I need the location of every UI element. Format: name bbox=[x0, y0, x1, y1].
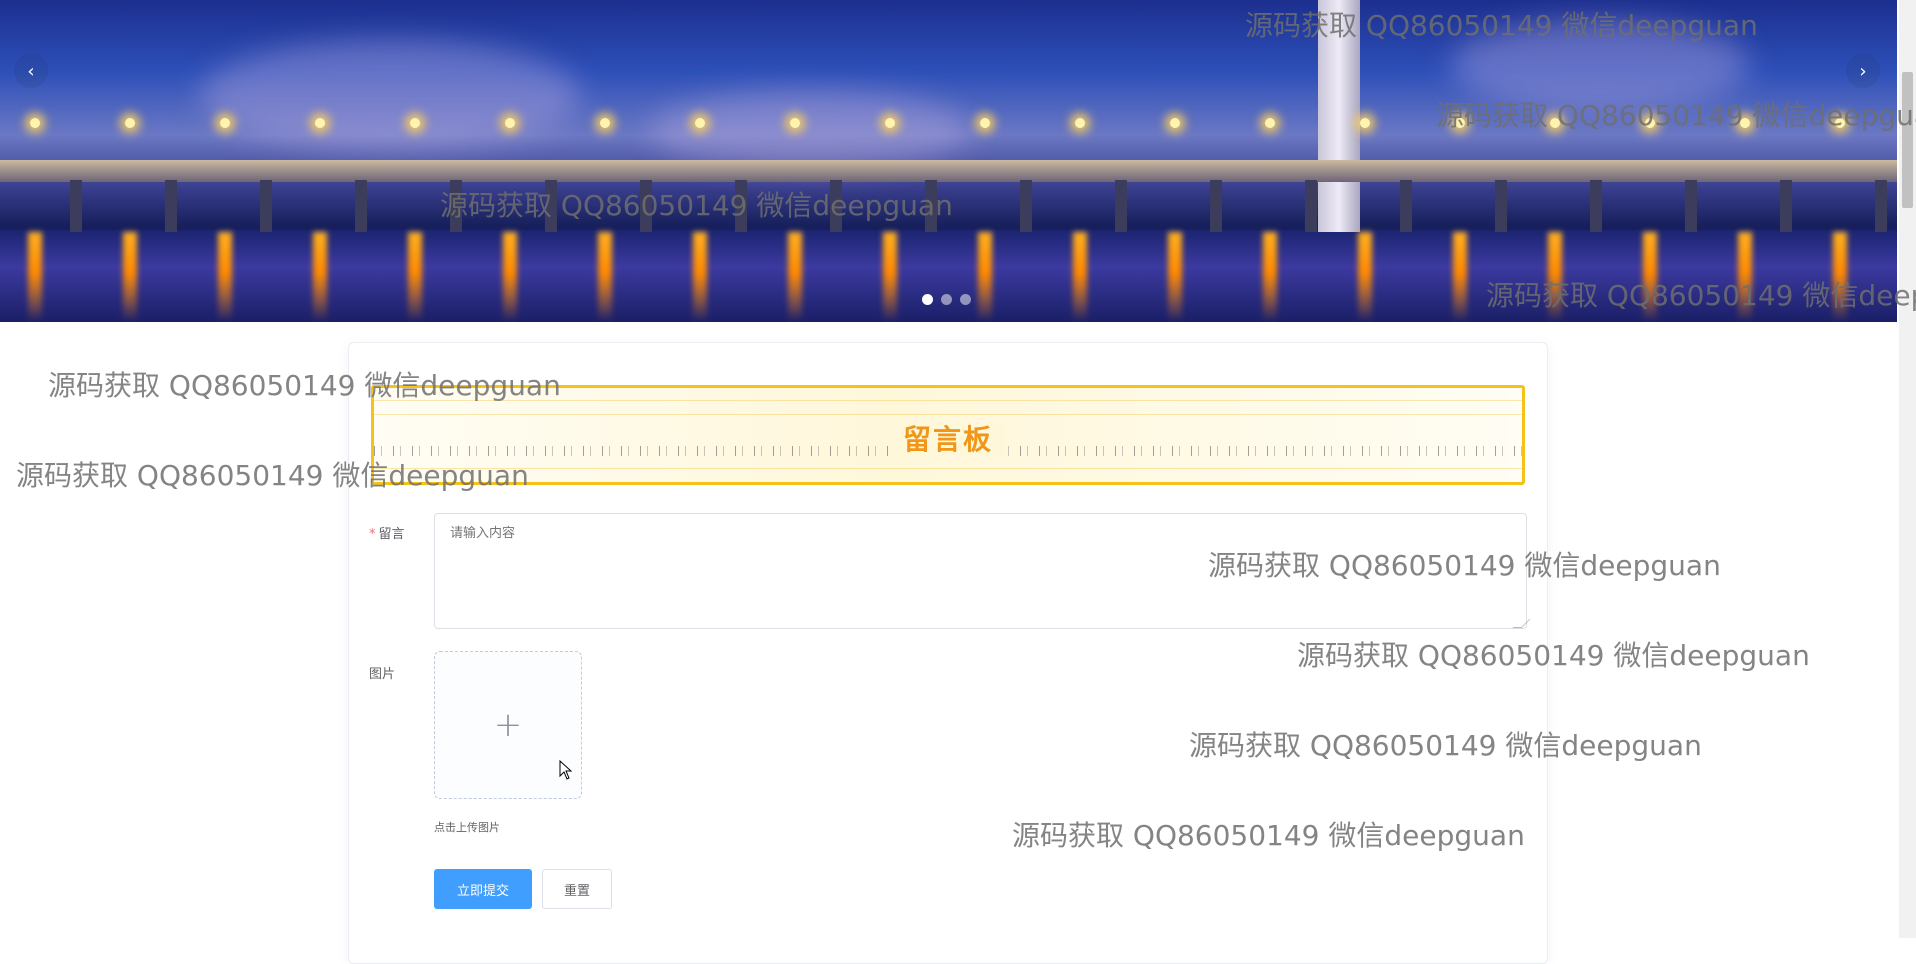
light-reflection-decor bbox=[788, 232, 802, 322]
bridge-pier-decor bbox=[1875, 180, 1887, 232]
street-lamp-decor bbox=[315, 118, 325, 128]
light-reflection-decor bbox=[408, 232, 422, 322]
chevron-left-icon: ‹ bbox=[27, 60, 35, 82]
carousel-next-button[interactable]: › bbox=[1846, 54, 1880, 88]
bridge-pier-decor bbox=[1305, 180, 1317, 232]
light-reflection-decor bbox=[1643, 232, 1657, 322]
mouse-cursor-icon bbox=[559, 760, 573, 780]
street-lamp-decor bbox=[125, 118, 135, 128]
bridge-pier-decor bbox=[1210, 180, 1222, 232]
bridge-pier-decor bbox=[640, 180, 652, 232]
light-reflection-decor bbox=[1833, 232, 1847, 322]
carousel-dot-2[interactable] bbox=[941, 294, 952, 305]
bridge-pier-decor bbox=[925, 180, 937, 232]
street-lamp-decor bbox=[1645, 118, 1655, 128]
reset-button[interactable]: 重置 bbox=[542, 869, 612, 909]
cloud-decor bbox=[1450, 20, 1750, 110]
carousel-indicators bbox=[922, 294, 971, 305]
light-reflection-decor bbox=[1548, 232, 1562, 322]
light-reflection-decor bbox=[503, 232, 517, 322]
bridge-pier-decor bbox=[545, 180, 557, 232]
light-reflection-decor bbox=[978, 232, 992, 322]
bridge-tower-decor bbox=[1318, 0, 1360, 232]
banner-line-decor bbox=[374, 414, 1522, 415]
water-decor bbox=[0, 230, 1897, 322]
carousel: ‹ › bbox=[0, 0, 1897, 322]
street-lamp-decor bbox=[220, 118, 230, 128]
bridge-pier-decor bbox=[1590, 180, 1602, 232]
street-lamp-decor bbox=[1265, 118, 1275, 128]
bridge-pier-decor bbox=[830, 180, 842, 232]
street-lamp-decor bbox=[1170, 118, 1180, 128]
bridge-pier-decor bbox=[1020, 180, 1032, 232]
bridge-pier-decor bbox=[70, 180, 82, 232]
submit-button[interactable]: 立即提交 bbox=[434, 869, 532, 909]
scrollbar-thumb[interactable] bbox=[1902, 72, 1913, 208]
page-scrollbar[interactable] bbox=[1899, 0, 1916, 938]
street-lamp-decor bbox=[1835, 118, 1845, 128]
bridge-pier-decor bbox=[260, 180, 272, 232]
bridge-pier-decor bbox=[355, 180, 367, 232]
cloud-decor bbox=[200, 40, 580, 150]
page-title: 留言板 bbox=[374, 418, 1522, 458]
street-lamp-decor bbox=[1075, 118, 1085, 128]
plus-icon: + bbox=[493, 705, 523, 745]
message-label-text: 留言 bbox=[378, 527, 405, 542]
light-reflection-decor bbox=[218, 232, 232, 322]
light-reflection-decor bbox=[598, 232, 612, 322]
chevron-right-icon: › bbox=[1859, 60, 1867, 82]
light-reflection-decor bbox=[313, 232, 327, 322]
bridge-pier-decor bbox=[1400, 180, 1412, 232]
light-reflection-decor bbox=[1453, 232, 1467, 322]
street-lamp-decor bbox=[1740, 118, 1750, 128]
street-lamp-decor bbox=[695, 118, 705, 128]
light-reflection-decor bbox=[123, 232, 137, 322]
bridge-pier-decor bbox=[450, 180, 462, 232]
light-reflection-decor bbox=[693, 232, 707, 322]
light-reflection-decor bbox=[1358, 232, 1372, 322]
street-lamp-decor bbox=[600, 118, 610, 128]
bridge-pier-decor bbox=[165, 180, 177, 232]
message-label: * 留言 bbox=[369, 523, 405, 542]
light-reflection-decor bbox=[883, 232, 897, 322]
image-label: 图片 bbox=[369, 667, 396, 682]
street-lamp-decor bbox=[30, 118, 40, 128]
banner-line-decor bbox=[374, 468, 1522, 469]
bridge-deck-decor bbox=[0, 160, 1897, 182]
carousel-prev-button[interactable]: ‹ bbox=[14, 54, 48, 88]
message-textarea[interactable] bbox=[434, 513, 1527, 629]
street-lamp-decor bbox=[410, 118, 420, 128]
page-title-text: 留言板 bbox=[890, 423, 1005, 456]
message-board-banner: 留言板 bbox=[371, 385, 1525, 485]
light-reflection-decor bbox=[1263, 232, 1277, 322]
street-lamp-decor bbox=[885, 118, 895, 128]
upload-tip: 点击上传图片 bbox=[434, 821, 500, 834]
street-lamp-decor bbox=[1455, 118, 1465, 128]
light-reflection-decor bbox=[1073, 232, 1087, 322]
street-lamp-decor bbox=[790, 118, 800, 128]
light-reflection-decor bbox=[1168, 232, 1182, 322]
cloud-decor bbox=[650, 90, 970, 170]
street-lamp-decor bbox=[1360, 118, 1370, 128]
bridge-pier-decor bbox=[1115, 180, 1127, 232]
message-form-card: 留言板 *留言 图片 + 点击上传图片 立即提交 重置 bbox=[348, 342, 1548, 964]
light-reflection-decor bbox=[1738, 232, 1752, 322]
bridge-pier-decor bbox=[735, 180, 747, 232]
street-lamp-decor bbox=[505, 118, 515, 128]
bridge-pier-decor bbox=[1685, 180, 1697, 232]
banner-line-decor bbox=[374, 400, 1522, 401]
street-lamp-decor bbox=[1550, 118, 1560, 128]
required-marker: * bbox=[369, 527, 376, 542]
light-reflection-decor bbox=[28, 232, 42, 322]
bridge-pier-decor bbox=[1780, 180, 1792, 232]
street-lamp-decor bbox=[980, 118, 990, 128]
bridge-pier-decor bbox=[1495, 180, 1507, 232]
carousel-dot-1[interactable] bbox=[922, 294, 933, 305]
carousel-dot-3[interactable] bbox=[960, 294, 971, 305]
